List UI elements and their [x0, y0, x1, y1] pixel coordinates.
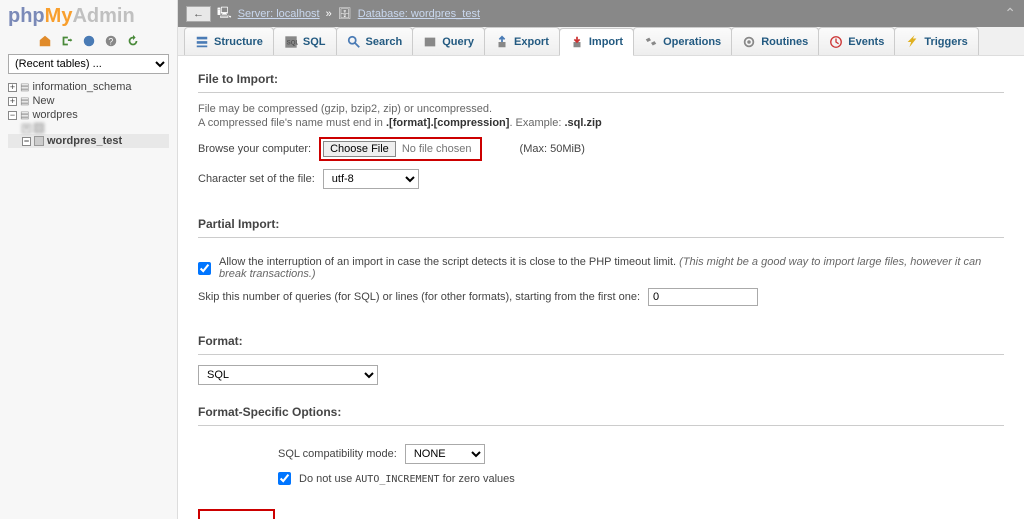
tree-label: wordpres_test [47, 135, 122, 147]
tab-import[interactable]: Import [559, 28, 634, 56]
allow-interrupt-checkbox[interactable] [198, 262, 211, 275]
tab-label: Triggers [924, 36, 967, 48]
breadcrumb-database[interactable]: Database: wordpres_test [358, 8, 480, 20]
tab-events[interactable]: Events [818, 27, 895, 55]
expand-icon[interactable]: + [8, 83, 17, 92]
max-size: (Max: 50MiB) [520, 143, 585, 155]
home-icon[interactable] [38, 34, 52, 48]
tab-label: Query [442, 36, 474, 48]
back-button[interactable]: ← [186, 6, 211, 22]
expand-icon[interactable]: + [8, 97, 17, 106]
content: File to Import: File may be compressed (… [178, 56, 1024, 519]
allow-interrupt-label: Allow the interruption of an import in c… [219, 256, 1004, 280]
tab-query[interactable]: Query [412, 27, 485, 55]
db-tree: +▤information_schema +▤New −▤wordpres + … [8, 80, 169, 148]
format-section: SQL [198, 354, 1004, 385]
tab-label: Import [589, 36, 623, 48]
tree-label: wordpres [32, 109, 77, 121]
tab-bar: Structure SQL SQL Search Query Export Imp… [178, 27, 1024, 56]
format-specific-section: SQL compatibility mode: NONE Do not use … [198, 425, 1004, 493]
file-import-section: File may be compressed (gzip, bzip2, zip… [198, 92, 1004, 197]
choose-file-button[interactable]: Choose File [323, 141, 396, 157]
main: ← 🖳 Server: localhost » 🗄 Database: word… [178, 0, 1024, 519]
tab-label: Operations [663, 36, 721, 48]
format-specific-legend: Format-Specific Options: [198, 401, 1004, 419]
tab-sql[interactable]: SQL SQL [273, 27, 337, 55]
tree-item-wordpres[interactable]: −▤wordpres [8, 108, 169, 122]
help-icon[interactable]: ? [104, 34, 118, 48]
charset-select[interactable]: utf-8 [323, 169, 419, 189]
tab-label: Structure [214, 36, 263, 48]
format-select[interactable]: SQL [198, 365, 378, 385]
tab-label: Search [366, 36, 403, 48]
tree-item-blurred[interactable]: + [8, 122, 169, 134]
svg-text:SQL: SQL [287, 39, 298, 46]
table-icon [34, 123, 44, 133]
tree-label: information_schema [32, 81, 131, 93]
tree-item-new[interactable]: +▤New [8, 94, 169, 108]
database-icon: 🗄 [338, 7, 352, 20]
logo-part-2: My [45, 5, 73, 27]
compat-select[interactable]: NONE [405, 444, 485, 464]
logo: phpMyAdmin [8, 5, 169, 28]
compress-hint-1: File may be compressed (gzip, bzip2, zip… [198, 103, 1004, 115]
tab-label: Export [514, 36, 549, 48]
partial-import-section: Allow the interruption of an import in c… [198, 237, 1004, 314]
skip-label: Skip this number of queries (for SQL) or… [198, 291, 640, 303]
no-auto-increment-checkbox[interactable] [278, 472, 291, 485]
tab-search[interactable]: Search [336, 27, 414, 55]
tab-triggers[interactable]: Triggers [894, 27, 978, 55]
skip-queries-input[interactable] [648, 288, 758, 306]
logo-part-1: php [8, 5, 45, 27]
compress-hint-2: A compressed file's name must end in .[f… [198, 117, 1004, 129]
logo-part-3: Admin [72, 5, 134, 27]
collapse-icon[interactable]: ⌃ [1004, 5, 1016, 22]
tab-export[interactable]: Export [484, 27, 560, 55]
db-icon: ▤ [20, 82, 29, 93]
browse-label: Browse your computer: [198, 143, 311, 155]
tab-structure[interactable]: Structure [184, 27, 274, 55]
table-icon [34, 136, 44, 146]
collapse-icon[interactable]: − [8, 111, 17, 120]
server-icon: 🖳 [217, 4, 232, 23]
expand-icon[interactable]: + [22, 124, 31, 133]
no-auto-increment-label: Do not use AUTO_INCREMENT for zero value… [299, 473, 515, 485]
tree-item-information-schema[interactable]: +▤information_schema [8, 80, 169, 94]
sidebar: phpMyAdmin ? (Recent tables) ... +▤infor… [0, 0, 178, 519]
svg-text:?: ? [108, 37, 113, 47]
collapse-icon[interactable]: − [22, 137, 31, 146]
tab-label: Events [848, 36, 884, 48]
refresh-icon[interactable] [126, 34, 140, 48]
tree-item-wordpres-test[interactable]: − wordpres_test [8, 134, 169, 148]
compat-label: SQL compatibility mode: [278, 448, 397, 460]
file-input-highlight: Choose File No file chosen [319, 137, 481, 161]
go-highlight: Go [198, 509, 275, 519]
db-icon: ▤ [20, 96, 29, 107]
logout-icon[interactable] [60, 34, 74, 48]
breadcrumb-sep: » [326, 8, 332, 20]
no-file-text: No file chosen [396, 143, 478, 155]
tree-label: New [32, 95, 54, 107]
charset-label: Character set of the file: [198, 173, 315, 185]
recent-tables-select[interactable]: (Recent tables) ... [8, 54, 169, 74]
partial-import-legend: Partial Import: [198, 213, 1004, 231]
tab-routines[interactable]: Routines [731, 27, 819, 55]
format-legend: Format: [198, 330, 1004, 348]
tab-label: SQL [303, 36, 326, 48]
tab-label: Routines [761, 36, 808, 48]
file-import-legend: File to Import: [198, 68, 1004, 86]
globe-icon[interactable] [82, 34, 96, 48]
breadcrumb-server[interactable]: Server: localhost [238, 8, 320, 20]
breadcrumb-bar: ← 🖳 Server: localhost » 🗄 Database: word… [178, 0, 1024, 27]
db-icon: ▤ [20, 110, 29, 121]
tab-operations[interactable]: Operations [633, 27, 732, 55]
sidebar-icon-row: ? [8, 34, 169, 48]
